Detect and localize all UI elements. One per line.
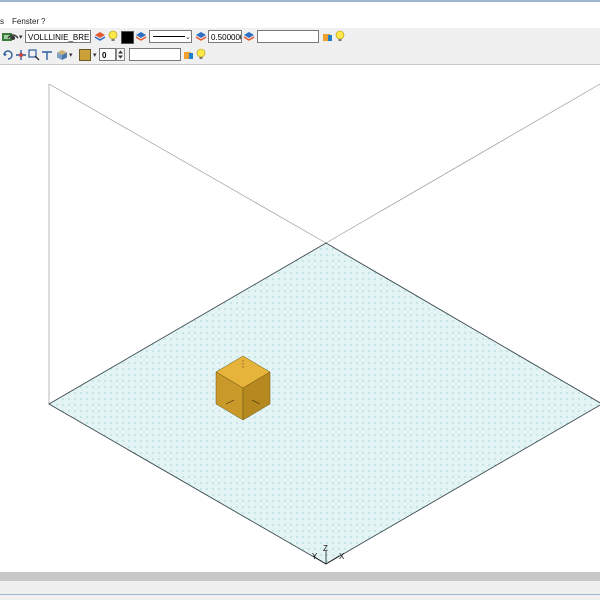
y-axis-label: Y	[312, 552, 318, 561]
layer-stack-icon[interactable]	[243, 31, 255, 43]
counter-field[interactable]: 0	[99, 48, 116, 61]
menu-item-partial[interactable]: s	[0, 17, 4, 26]
window-top-border	[0, 0, 600, 2]
lightbulb-icon[interactable]	[195, 48, 207, 60]
layer-stack-icon[interactable]	[94, 31, 106, 43]
chevron-down-icon[interactable]: ⌄	[185, 33, 191, 41]
bounding-box-edge	[48, 83, 327, 244]
layer-stack-icon[interactable]	[195, 31, 207, 43]
chevron-down-icon[interactable]: ▾	[69, 51, 73, 59]
lightbulb-icon[interactable]	[334, 30, 346, 42]
paint-bucket-icon[interactable]	[182, 49, 194, 61]
menu-item-fenster[interactable]: Fenster	[12, 17, 39, 26]
chevron-down-icon[interactable]: ▾	[19, 33, 23, 41]
view-toolbar: ▾ ▾ 0	[0, 46, 600, 65]
ground-grid-dots	[49, 243, 600, 564]
color-swatch-black[interactable]	[121, 31, 134, 44]
eye-visibility-icon[interactable]	[7, 31, 19, 43]
layer-name-field[interactable]: VOLLLINIE_BREIT	[25, 30, 91, 43]
paint-bucket-icon[interactable]	[321, 31, 333, 43]
status-divider	[0, 594, 600, 595]
drawing-viewport[interactable]: Z X Y	[0, 65, 600, 572]
rotate-view-icon[interactable]	[2, 49, 14, 61]
z-axis-label: Z	[323, 544, 328, 553]
chevron-down-icon[interactable]: ▾	[93, 51, 97, 59]
line-width-field[interactable]: 0.500000	[208, 30, 242, 43]
menubar: s Fenster ?	[0, 14, 600, 28]
spinner-arrows-icon	[118, 50, 123, 59]
bounding-box-edge	[325, 83, 600, 244]
cube-view-icon[interactable]	[56, 49, 68, 61]
pan-view-icon[interactable]	[15, 49, 27, 61]
status-bar	[0, 572, 600, 600]
x-axis-label: X	[339, 552, 345, 561]
layer-stack-icon[interactable]	[135, 31, 147, 43]
counter-spinner[interactable]	[116, 48, 125, 61]
lightbulb-icon[interactable]	[107, 30, 119, 42]
zoom-window-icon[interactable]	[28, 49, 40, 61]
horizontal-scrollbar[interactable]	[0, 572, 600, 581]
solid-line-preview	[153, 36, 185, 37]
properties-toolbar: ▾ VOLLLINIE_BREIT ⌄ 0.500000	[0, 28, 600, 47]
extra-input-field-2[interactable]	[129, 48, 181, 61]
measure-tool-icon[interactable]	[41, 49, 53, 61]
material-color-swatch[interactable]	[79, 49, 91, 61]
menu-item-help[interactable]: ?	[41, 17, 45, 26]
isometric-scene: Z X Y	[48, 83, 600, 565]
extra-input-field[interactable]	[257, 30, 319, 43]
